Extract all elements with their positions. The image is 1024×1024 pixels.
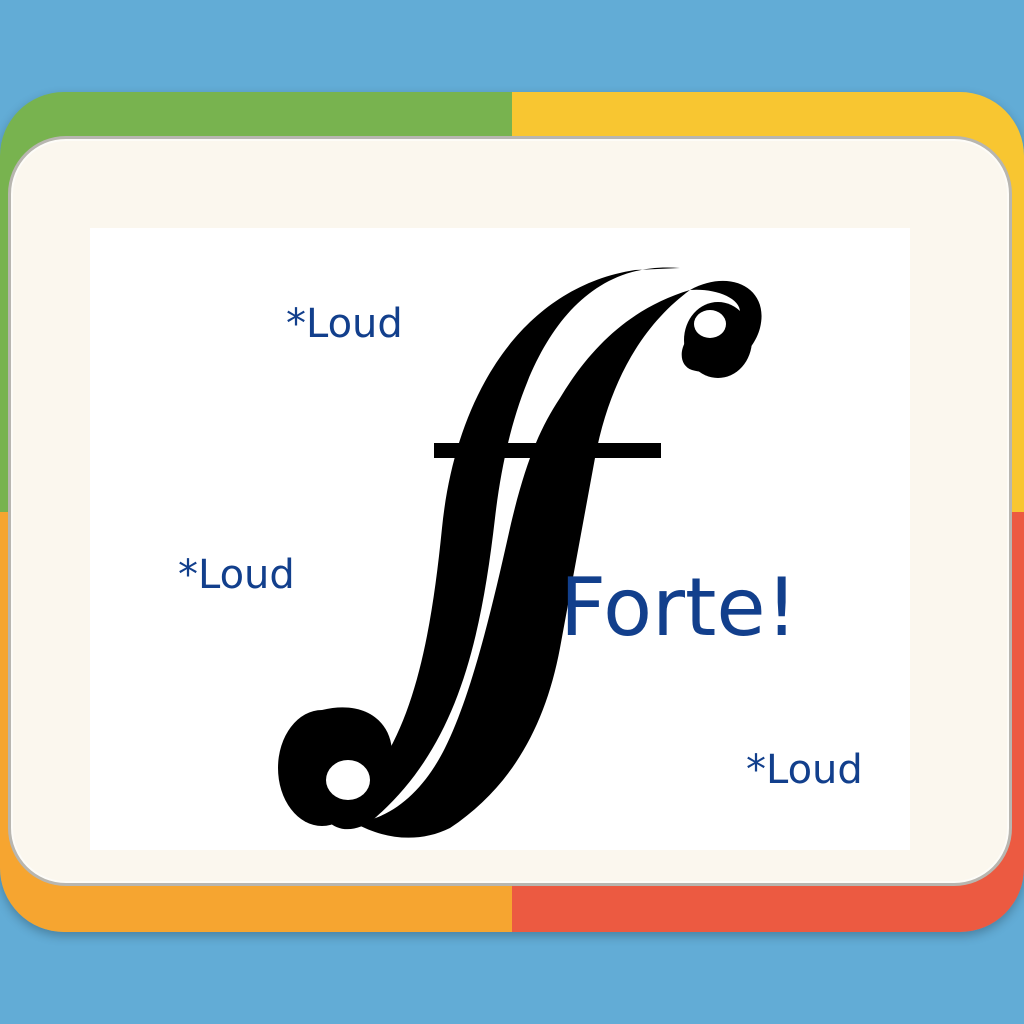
loud-label: *Loud	[746, 747, 863, 793]
forte-headline: Forte!	[560, 561, 798, 654]
forte-card: *Loud *Loud *Loud Forte!	[90, 228, 910, 850]
loud-label: *Loud	[286, 301, 403, 347]
loud-label: *Loud	[178, 552, 295, 598]
